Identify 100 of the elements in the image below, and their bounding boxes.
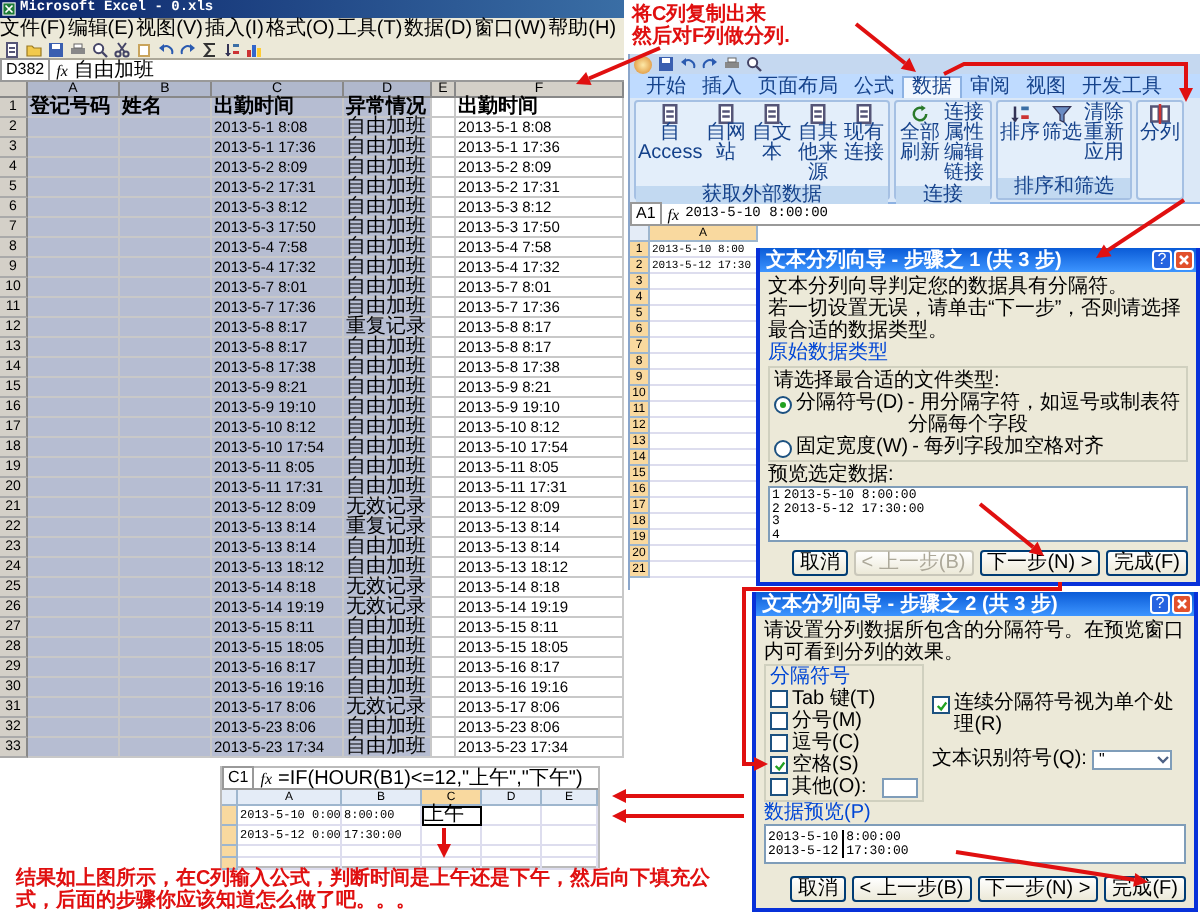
document-icon[interactable] xyxy=(854,104,875,124)
document-icon[interactable] xyxy=(660,104,681,124)
radio-button[interactable] xyxy=(774,440,792,458)
redo-icon[interactable] xyxy=(702,56,718,72)
ribbon-tab[interactable]: 视图 xyxy=(1018,76,1074,98)
checkbox-label[interactable]: 连续分隔符号视为单个处理(R) xyxy=(954,692,1186,736)
checkbox[interactable] xyxy=(932,696,951,714)
ribbon-button[interactable]: 重新应用 xyxy=(1084,124,1129,164)
ribbon-button[interactable]: 连接 xyxy=(944,104,989,124)
radio-label[interactable]: 分隔符号(D) xyxy=(796,392,904,414)
dialog-button[interactable]: 取消 xyxy=(789,876,846,902)
table-cell xyxy=(432,138,456,158)
annotation-text: 然后对F列做分列. xyxy=(632,26,790,48)
ribbon-tab[interactable]: 开始 xyxy=(638,76,694,98)
table-cell: 自由加班 xyxy=(344,618,432,638)
ribbon-button[interactable]: 全部刷新 xyxy=(898,104,943,184)
checkbox[interactable] xyxy=(770,778,788,796)
ribbon-button[interactable]: 自 Access xyxy=(638,104,703,184)
radio-button[interactable] xyxy=(774,396,792,414)
ribbon-button[interactable]: 自文本 xyxy=(750,104,795,184)
printer-icon[interactable] xyxy=(70,41,86,57)
close-button[interactable] xyxy=(1174,250,1194,270)
checkbox-label[interactable]: 分号(M) xyxy=(792,710,862,732)
dialog-button[interactable]: 完成(F) xyxy=(1106,550,1188,576)
menu-item[interactable]: 视图(V) xyxy=(136,18,203,40)
bar-chart-icon[interactable] xyxy=(246,41,262,57)
ribbon-button[interactable]: 现有连接 xyxy=(842,104,887,184)
name-box[interactable]: D382 xyxy=(0,58,51,82)
dialog-button[interactable]: 下一步(N) > xyxy=(977,876,1099,902)
menu-item[interactable]: 插入(I) xyxy=(204,18,264,40)
menu-item[interactable]: 编辑(E) xyxy=(67,18,135,40)
ribbon-button[interactable]: 排序 xyxy=(1000,104,1041,176)
name-box[interactable]: A1 xyxy=(630,202,662,226)
table-cell: 自由加班 xyxy=(344,718,432,738)
radio-label[interactable]: 固定宽度(W) xyxy=(796,436,909,458)
menu-item[interactable]: 文件(F) xyxy=(0,18,66,40)
sigma-icon[interactable] xyxy=(202,41,218,57)
name-box[interactable]: C1 xyxy=(222,766,255,790)
help-button[interactable]: ? xyxy=(1152,250,1172,270)
funnel-icon[interactable] xyxy=(1052,104,1073,124)
table-cell xyxy=(28,298,120,318)
close-button[interactable] xyxy=(1172,594,1192,614)
menu-item[interactable]: 格式(O) xyxy=(265,18,335,40)
scissors-icon[interactable] xyxy=(114,41,130,57)
function-label: fx xyxy=(56,59,68,81)
document-icon[interactable] xyxy=(4,41,20,57)
document-icon[interactable] xyxy=(762,104,783,124)
text-field[interactable] xyxy=(882,777,919,797)
refresh-icon[interactable] xyxy=(910,104,931,124)
table-cell xyxy=(120,738,212,758)
dialog-button[interactable]: < 上一步(B) xyxy=(851,876,972,902)
sort-icon[interactable] xyxy=(224,41,240,57)
formula-field[interactable]: 自由加班 xyxy=(73,59,624,81)
menu-item[interactable]: 帮助(H) xyxy=(548,18,617,40)
checkbox[interactable] xyxy=(770,734,788,752)
menu-item[interactable]: 数据(D) xyxy=(404,18,473,40)
ribbon-button[interactable]: 属性 xyxy=(944,124,989,144)
ribbon-tab[interactable]: 审阅 xyxy=(962,76,1018,98)
table-cell xyxy=(432,578,456,598)
menu-item[interactable]: 窗口(W) xyxy=(474,18,547,40)
ribbon-button[interactable]: 筛选 xyxy=(1042,104,1083,176)
printer-icon[interactable] xyxy=(724,56,740,72)
ribbon-tab[interactable]: 开发工具 xyxy=(1074,76,1170,98)
table-cell xyxy=(432,378,456,398)
sort-icon[interactable] xyxy=(1010,104,1031,124)
redo-icon[interactable] xyxy=(180,41,196,57)
spreadsheet-icon[interactable] xyxy=(2,2,16,16)
dialog-button[interactable]: 取消 xyxy=(791,550,848,576)
ribbon-tab[interactable]: 插入 xyxy=(694,76,750,98)
document-icon[interactable] xyxy=(716,104,737,124)
checkbox[interactable] xyxy=(770,712,788,730)
menu-item[interactable]: 工具(T) xyxy=(336,18,403,40)
ribbon-button[interactable]: 自网站 xyxy=(704,104,749,184)
checkbox-label[interactable]: 空格(S) xyxy=(792,754,859,776)
ribbon-tab[interactable]: 数据 xyxy=(902,76,962,98)
help-button[interactable]: ? xyxy=(1150,594,1170,614)
checkbox-label[interactable]: Tab 键(T) xyxy=(792,688,876,710)
document-icon[interactable] xyxy=(808,104,829,124)
ribbon-tab[interactable]: 页面布局 xyxy=(750,76,846,98)
table-cell: 无效记录 xyxy=(344,578,432,598)
magnifier-icon[interactable] xyxy=(92,41,108,57)
table-cell: 自由加班 xyxy=(344,738,432,758)
ribbon-button[interactable]: 编辑链接 xyxy=(944,144,989,184)
undo-icon[interactable] xyxy=(158,41,174,57)
dialog-button[interactable]: 下一步(N) > xyxy=(979,550,1101,576)
checkbox-label[interactable]: 其他(O): xyxy=(792,776,867,798)
magnifier-icon[interactable] xyxy=(746,56,762,72)
ribbon-button[interactable]: 分列 xyxy=(1140,104,1181,196)
pointer-arrow xyxy=(854,22,916,72)
checkbox-label[interactable]: 逗号(C) xyxy=(792,732,860,754)
undo-icon[interactable] xyxy=(680,56,696,72)
ribbon-button[interactable]: 自其他来源 xyxy=(796,104,841,184)
checkbox[interactable] xyxy=(770,690,788,708)
ribbon-button[interactable]: 清除 xyxy=(1084,104,1129,124)
columns-icon[interactable] xyxy=(1150,104,1171,124)
pointer-arrow xyxy=(612,789,744,803)
formula-field[interactable]: =IF(HOUR(B1)<=12,"上午","下午") xyxy=(278,767,598,789)
checkbox[interactable] xyxy=(770,756,788,774)
ribbon-tab[interactable]: 公式 xyxy=(846,76,902,98)
dropdown[interactable]: " xyxy=(1092,749,1173,769)
